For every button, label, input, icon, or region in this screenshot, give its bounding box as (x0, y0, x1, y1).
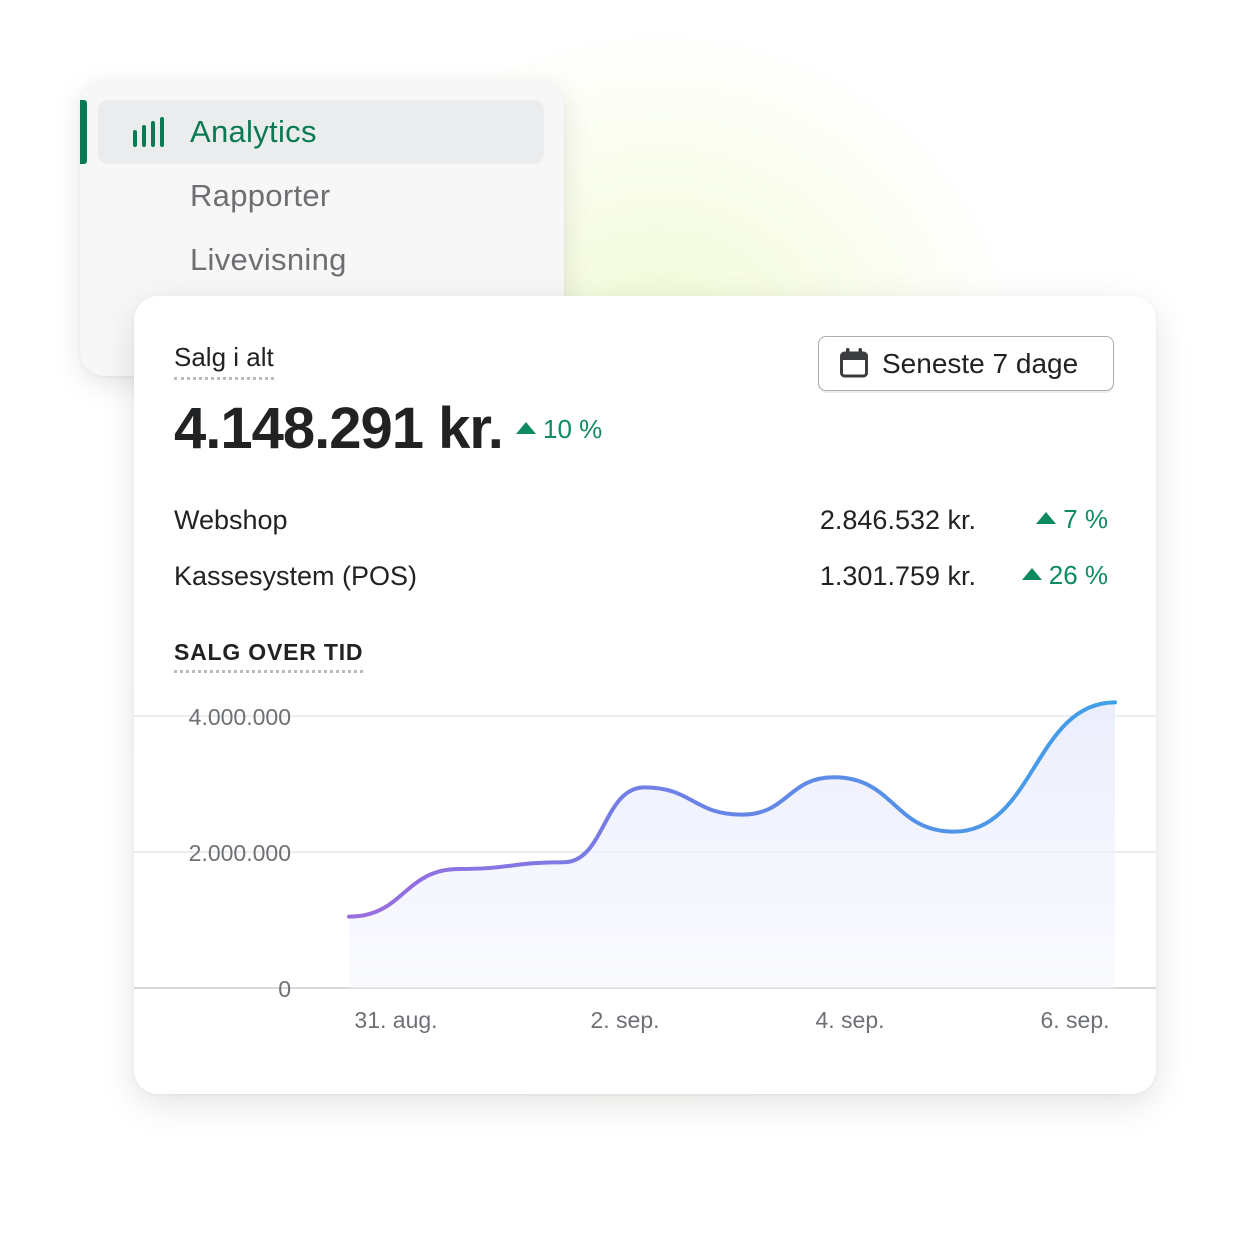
calendar-icon (840, 348, 868, 378)
card-title[interactable]: Salg i alt (174, 340, 274, 380)
channel-change-value: 26 % (1048, 560, 1108, 590)
trend-up-icon (1036, 512, 1057, 524)
total-sales-value: 4.148.291 kr. (174, 396, 504, 461)
channel-change-webshop: 7 % (1036, 502, 1108, 536)
chart-area-fill (349, 702, 1115, 988)
trend-up-icon (516, 422, 536, 434)
y-tick-label: 4.000.000 (189, 704, 291, 730)
channel-value-webshop: 2.846.532 kr. (819, 505, 976, 535)
x-tick-label: 4. sep. (815, 1007, 884, 1033)
channel-name-pos: Kassesystem (POS) (174, 561, 418, 591)
total-change-badge: 10 % (516, 412, 602, 446)
y-tick-label: 2.000.000 (189, 840, 291, 866)
sales-summary-card: Salg i alt Seneste 7 dage 4.148.291 kr. … (134, 296, 1156, 1094)
active-indicator (80, 100, 87, 164)
sales-over-time-chart: 0 2.000.000 4.000.000 31. aug. 2. sep. 4. sep… (134, 700, 1156, 1033)
date-range-button[interactable]: Seneste 7 dage (818, 336, 1114, 391)
channel-value-pos: 1.301.759 kr. (819, 561, 976, 591)
nav-item-rapporter[interactable]: Rapporter (190, 176, 331, 216)
nav-item-analytics-label[interactable]: Analytics (190, 112, 317, 152)
bar-chart-icon (133, 117, 164, 147)
chart-title[interactable]: SALG OVER TID (174, 636, 364, 673)
y-tick-label: 0 (278, 976, 291, 1002)
channel-change-pos: 26 % (1021, 558, 1108, 592)
channel-name-webshop: Webshop (174, 505, 288, 535)
x-tick-label: 2. sep. (590, 1007, 659, 1033)
total-change-value: 10 % (543, 414, 603, 444)
x-tick-label: 31. aug. (354, 1007, 437, 1033)
date-range-label: Seneste 7 dage (882, 348, 1079, 379)
nav-item-livevisning[interactable]: Livevisning (190, 240, 347, 280)
channel-change-value: 7 % (1063, 504, 1108, 534)
x-tick-label: 6. sep. (1040, 1007, 1109, 1033)
trend-up-icon (1021, 568, 1042, 580)
